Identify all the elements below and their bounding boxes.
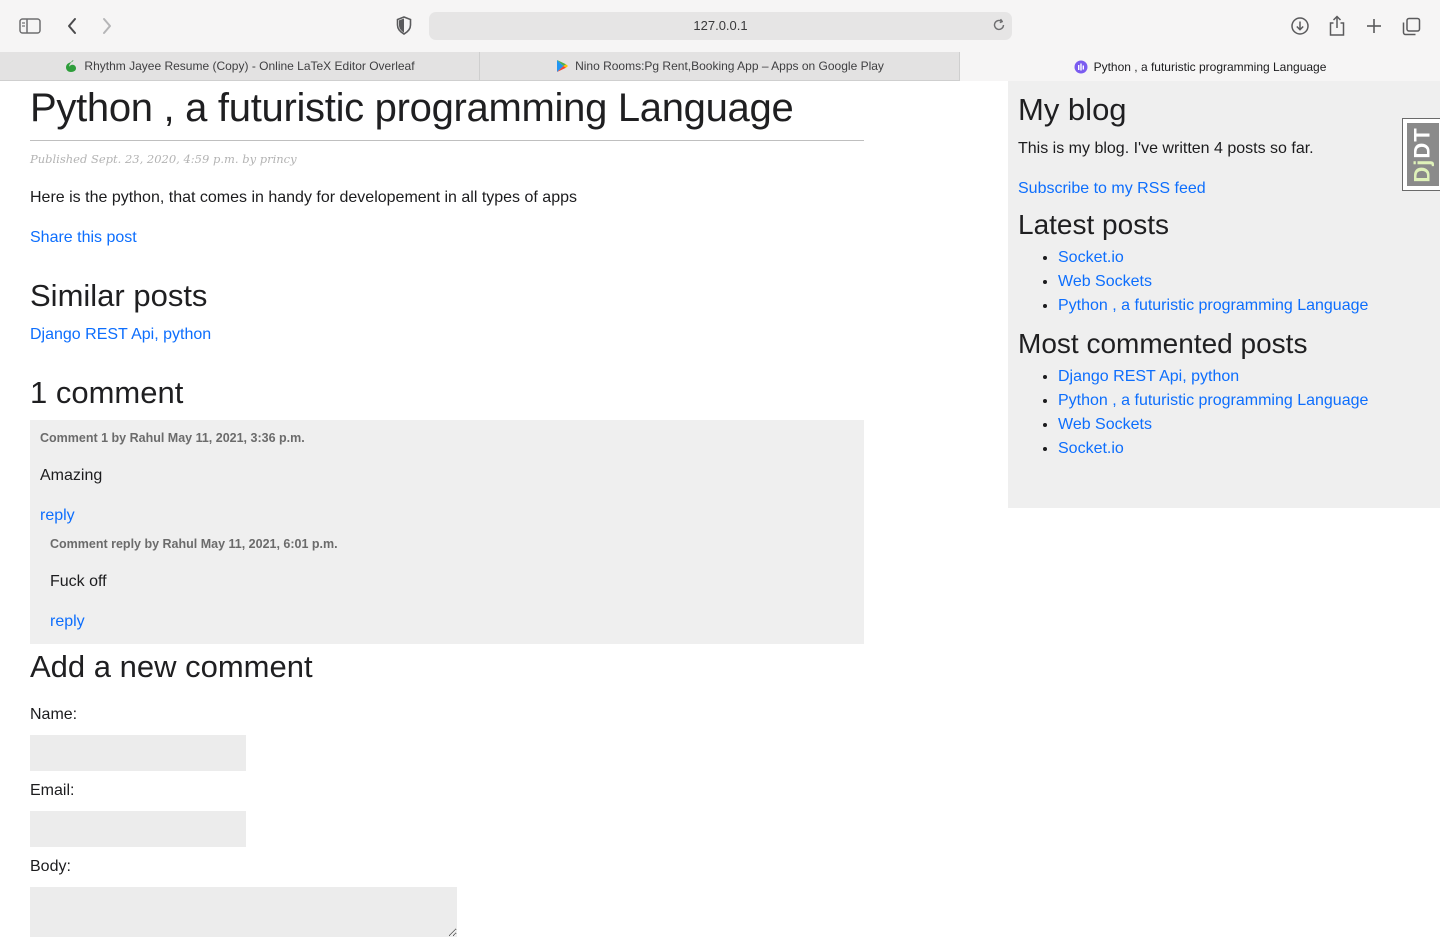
name-input[interactable] [30,735,246,771]
site-favicon [1074,60,1088,73]
latest-posts-list: Socket.io Web Sockets Python , a futuris… [1018,246,1430,318]
comment-reply: Comment reply by Rahul May 11, 2021, 6:0… [50,536,854,632]
forward-icon[interactable] [91,10,123,42]
tab-label: Python , a futuristic programming Langua… [1093,59,1327,74]
add-comment-heading: Add a new comment [30,649,313,684]
latest-post-link[interactable]: Socket.io [1058,249,1124,266]
comments-heading: 1 comment [30,375,184,410]
back-icon[interactable] [56,10,88,42]
list-item: Web Sockets [1058,413,1430,437]
tab-bar: Rhythm Jayee Resume (Copy) - Online LaTe… [0,52,1440,81]
reply-link[interactable]: reply [40,506,854,526]
list-item: Python , a futuristic programming Langua… [1058,389,1430,413]
list-item: Django REST Api, python [1058,365,1430,389]
blog-description: This is my blog. I've written 4 posts so… [1018,140,1314,157]
similar-post-link[interactable]: Django REST Api, python [30,325,864,345]
sidebar: My blog This is my blog. I've written 4 … [1008,81,1440,508]
rss-feed-link[interactable]: Subscribe to my RSS feed [1018,179,1430,199]
reply-meta: Comment reply by Rahul May 11, 2021, 6:0… [50,537,338,551]
tab-google-play[interactable]: Nino Rooms:Pg Rent,Booking App – Apps on… [480,52,960,80]
most-commented-link[interactable]: Django REST Api, python [1058,368,1239,385]
reply-link[interactable]: reply [50,612,854,632]
debug-toolbar-handle[interactable]: DjDT [1402,118,1440,191]
tab-label: Rhythm Jayee Resume (Copy) - Online LaTe… [84,59,415,73]
address-bar[interactable]: 127.0.0.1 [429,12,1012,40]
djdt-dj-text: Dj [1410,158,1436,183]
sidebar-toggle-icon[interactable] [14,10,46,42]
similar-posts-heading: Similar posts [30,278,208,313]
list-item: Socket.io [1058,246,1430,270]
page: Python , a futuristic programming Langua… [0,81,1440,937]
tab-overleaf[interactable]: Rhythm Jayee Resume (Copy) - Online LaTe… [0,52,480,80]
tab-overview-icon[interactable] [1395,10,1427,42]
email-label: Email: [30,782,75,799]
downloads-icon[interactable] [1284,10,1316,42]
comment: Comment 1 by Rahul May 11, 2021, 3:36 p.… [30,420,864,644]
latest-post-link[interactable]: Web Sockets [1058,273,1152,290]
post-title: Python , a futuristic programming Langua… [30,84,864,141]
latest-post-link[interactable]: Python , a futuristic programming Langua… [1058,297,1368,314]
overleaf-icon [66,60,77,72]
email-input[interactable] [30,811,246,847]
body-textarea[interactable] [30,887,457,937]
list-item: Socket.io [1058,437,1430,461]
privacy-shield-icon[interactable] [396,16,412,40]
body-label: Body: [30,858,71,875]
most-commented-link[interactable]: Web Sockets [1058,416,1152,433]
tab-python-post[interactable]: Python , a futuristic programming Langua… [960,52,1440,81]
blog-title: My blog [1018,92,1127,127]
new-tab-icon[interactable] [1358,10,1390,42]
djdt-dt-text: DT [1410,126,1436,159]
google-play-icon [557,60,569,72]
list-item: Web Sockets [1058,270,1430,294]
post-body: Here is the python, that comes in handy … [30,189,577,206]
most-commented-link[interactable]: Python , a futuristic programming Langua… [1058,392,1368,409]
list-item: Python , a futuristic programming Langua… [1058,294,1430,318]
share-post-link[interactable]: Share this post [30,228,864,248]
comment-meta: Comment 1 by Rahul May 11, 2021, 3:36 p.… [40,431,305,445]
share-icon[interactable] [1321,10,1353,42]
tab-label: Nino Rooms:Pg Rent,Booking App – Apps on… [575,59,884,73]
reply-text: Fuck off [50,573,107,590]
most-commented-list: Django REST Api, python Python , a futur… [1018,365,1430,461]
main-content: Python , a futuristic programming Langua… [30,81,864,937]
latest-posts-heading: Latest posts [1018,209,1169,240]
debug-toolbar-label: DjDT [1407,123,1439,186]
most-commented-heading: Most commented posts [1018,328,1308,359]
most-commented-link[interactable]: Socket.io [1058,440,1124,457]
reload-icon[interactable] [992,18,1006,37]
url-text: 127.0.0.1 [693,18,748,33]
name-label: Name: [30,706,78,723]
comment-text: Amazing [40,467,103,484]
post-published: Published Sept. 23, 2020, 4:59 p.m. by p… [30,152,297,166]
browser-toolbar: 127.0.0.1 [0,0,1440,52]
